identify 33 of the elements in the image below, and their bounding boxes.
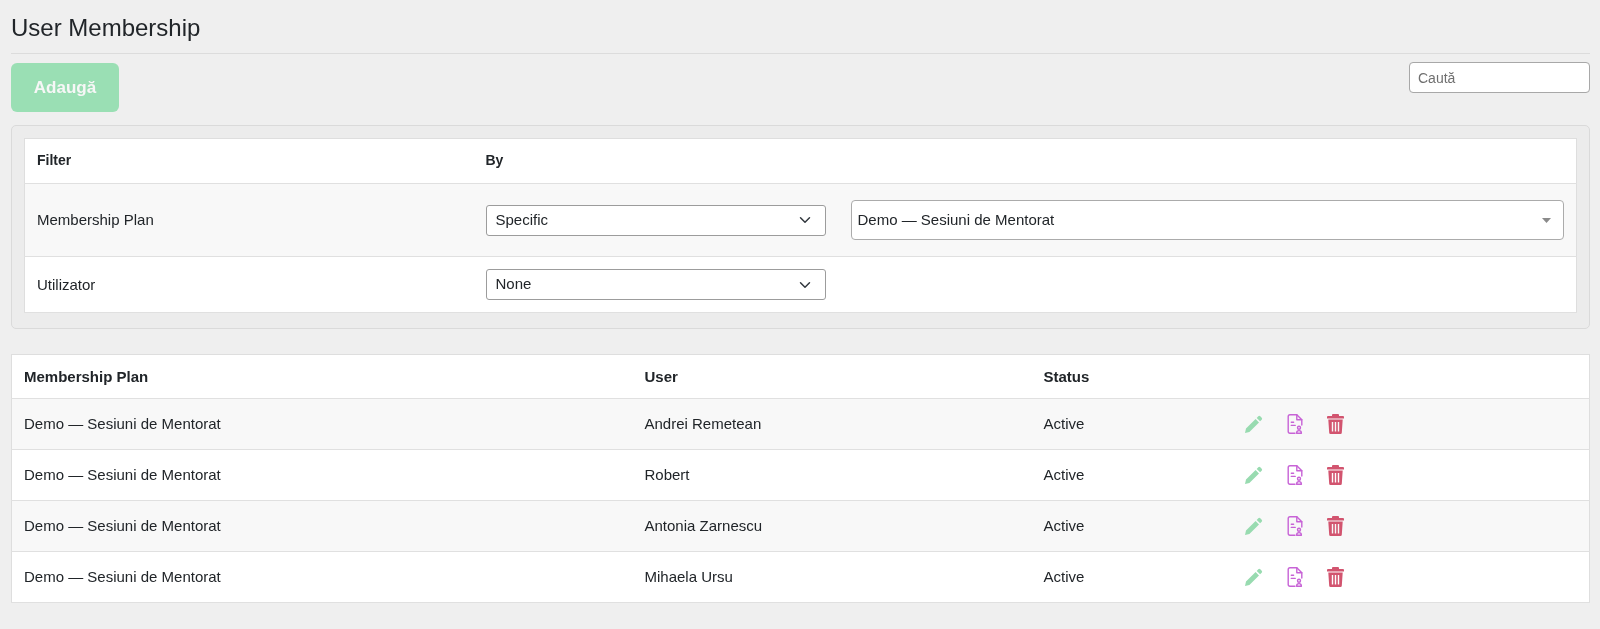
trash-icon[interactable] [1326, 516, 1344, 536]
document-person-icon[interactable] [1286, 516, 1303, 536]
table-cell: Demo — Sesiuni de Mentorat [11, 449, 633, 501]
caret-icon [1542, 217, 1551, 223]
filter-mode-select[interactable]: Specific [485, 204, 826, 236]
table-cell: Mihaela Ursu [632, 551, 1032, 603]
column-header: Status [1031, 354, 1232, 399]
table-header: By [473, 138, 839, 184]
plan-select[interactable]: Demo — Sesiuni de Mentorat [850, 200, 1564, 240]
document-person-icon[interactable] [1286, 567, 1303, 587]
search-field[interactable]: Caută [1409, 62, 1590, 93]
document-person-icon[interactable] [1286, 414, 1303, 434]
table-cell: Active [1031, 500, 1232, 552]
table-header: Filter [24, 138, 474, 184]
trash-icon[interactable] [1326, 465, 1344, 485]
filter-mode-select[interactable]: None [485, 269, 826, 300]
filter-label: Utilizator [24, 256, 474, 313]
trash-icon[interactable] [1326, 567, 1344, 587]
table-cell: Antonia Zarnescu [632, 500, 1032, 552]
table-cell: Demo — Sesiuni de Mentorat [11, 500, 633, 552]
table-cell: Andrei Remetean [632, 398, 1032, 450]
trash-icon[interactable] [1326, 414, 1344, 434]
table-cell: Active [1031, 398, 1232, 450]
table-cell: Demo — Sesiuni de Mentorat [11, 398, 633, 450]
table-cell: Demo — Sesiuni de Mentorat [11, 551, 633, 603]
column-header: Membership Plan [11, 354, 633, 399]
document-person-icon[interactable] [1286, 465, 1303, 485]
table-cell: Robert [632, 449, 1032, 501]
table-cell: Active [1031, 551, 1232, 603]
filter-label: Membership Plan [24, 183, 474, 257]
table-cell: Active [1031, 449, 1232, 501]
column-header: User [632, 354, 1032, 399]
page-title: User Membership [11, 13, 201, 43]
